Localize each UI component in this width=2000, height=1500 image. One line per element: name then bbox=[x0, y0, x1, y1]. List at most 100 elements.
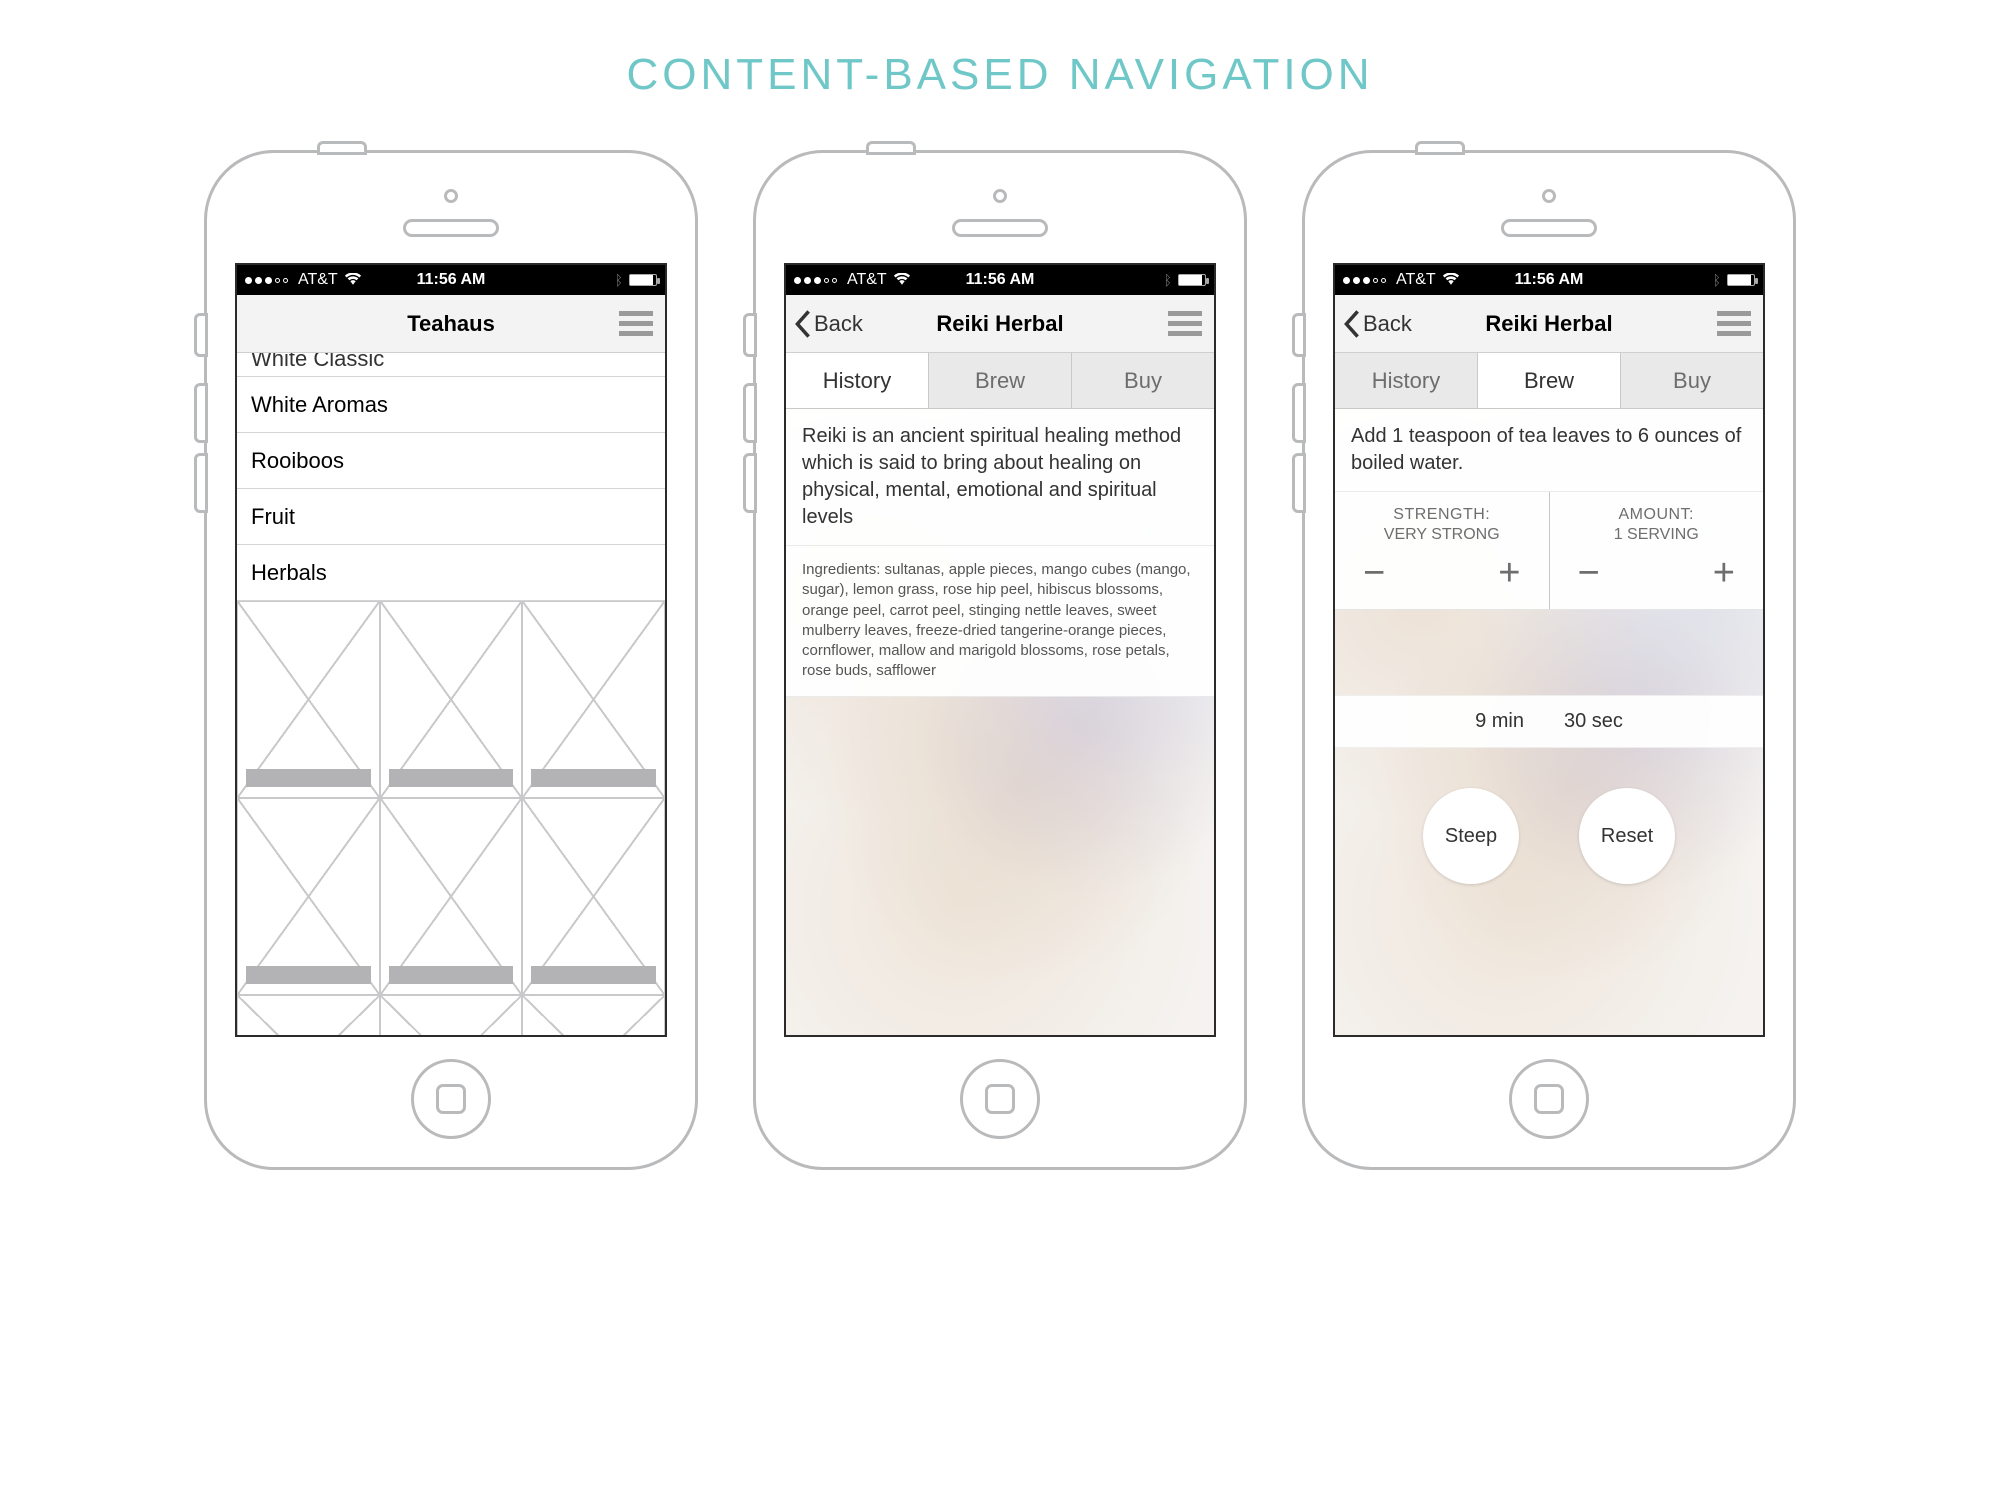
speaker-icon bbox=[1501, 219, 1597, 237]
grid-placeholder[interactable] bbox=[522, 601, 665, 798]
phone-frame-1: AT&T 11:56 AM ᛒ Teahaus White Classic bbox=[204, 150, 698, 1170]
volume-down-button bbox=[194, 453, 208, 513]
action-buttons: Steep Reset bbox=[1335, 788, 1763, 884]
list-item[interactable]: White Classic bbox=[237, 353, 665, 377]
time-minutes: 9 min bbox=[1475, 710, 1524, 733]
category-list[interactable]: White Classic White Aromas Rooiboos Frui… bbox=[237, 353, 665, 601]
list-item-label: White Classic bbox=[251, 353, 384, 372]
ingredients-text: Ingredients: sultanas, apple pieces, man… bbox=[802, 561, 1191, 679]
brew-controls: STRENGTH: VERY STRONG − + AMOUNT: 1 SERV… bbox=[1335, 492, 1763, 610]
amount-plus-button[interactable]: + bbox=[1713, 552, 1735, 595]
home-button[interactable] bbox=[1509, 1059, 1589, 1139]
grid-placeholder[interactable] bbox=[522, 995, 665, 1037]
back-label: Back bbox=[1363, 311, 1412, 337]
strength-value: VERY STRONG bbox=[1345, 526, 1539, 544]
mute-switch bbox=[194, 313, 208, 357]
bluetooth-icon: ᛒ bbox=[1713, 272, 1721, 288]
strength-minus-button[interactable]: − bbox=[1363, 552, 1385, 595]
tab-label: Buy bbox=[1124, 368, 1162, 394]
tab-buy[interactable]: Buy bbox=[1621, 353, 1763, 408]
content-area: White Classic White Aromas Rooiboos Frui… bbox=[237, 353, 665, 1035]
menu-icon[interactable] bbox=[619, 311, 653, 336]
back-button[interactable]: Back bbox=[1343, 310, 1412, 338]
steep-button[interactable]: Steep bbox=[1423, 788, 1519, 884]
nav-header: Back Reiki Herbal bbox=[1335, 295, 1763, 353]
grid-placeholder[interactable] bbox=[380, 601, 523, 798]
screen-1: AT&T 11:56 AM ᛒ Teahaus White Classic bbox=[235, 263, 667, 1037]
screen-2: AT&T 11:56 AM ᛒ Back Reiki Herbal bbox=[784, 263, 1216, 1037]
home-button[interactable] bbox=[960, 1059, 1040, 1139]
tab-label: History bbox=[1372, 368, 1440, 394]
grid-placeholder[interactable] bbox=[380, 798, 523, 995]
tab-label: Brew bbox=[975, 368, 1025, 394]
grid-placeholder[interactable] bbox=[237, 798, 380, 995]
status-bar: AT&T 11:56 AM ᛒ bbox=[237, 265, 665, 295]
battery-icon bbox=[1178, 274, 1206, 286]
mute-switch bbox=[1292, 313, 1306, 357]
camera-icon bbox=[993, 189, 1007, 203]
list-item[interactable]: White Aromas bbox=[237, 377, 665, 433]
mute-switch bbox=[743, 313, 757, 357]
list-item[interactable]: Rooiboos bbox=[237, 433, 665, 489]
grid-placeholder[interactable] bbox=[237, 995, 380, 1037]
home-button[interactable] bbox=[411, 1059, 491, 1139]
status-time: 11:56 AM bbox=[417, 271, 486, 289]
list-item-label: Fruit bbox=[251, 504, 295, 530]
product-grid bbox=[237, 601, 665, 1035]
signal-dots-icon bbox=[1343, 277, 1386, 284]
menu-icon[interactable] bbox=[1168, 311, 1202, 336]
tab-label: Brew bbox=[1524, 368, 1574, 394]
signal-dots-icon bbox=[245, 277, 288, 284]
power-button bbox=[866, 141, 916, 155]
steep-label: Steep bbox=[1445, 825, 1497, 848]
tab-history[interactable]: History bbox=[1335, 353, 1478, 408]
volume-up-button bbox=[194, 383, 208, 443]
screen-3: AT&T 11:56 AM ᛒ Back Reiki Herbal bbox=[1333, 263, 1765, 1037]
tab-history[interactable]: History bbox=[786, 353, 929, 408]
tab-bar: History Brew Buy bbox=[786, 353, 1214, 409]
list-item-label: Herbals bbox=[251, 560, 327, 586]
time-seconds: 30 sec bbox=[1564, 710, 1623, 733]
grid-placeholder[interactable] bbox=[522, 798, 665, 995]
back-button[interactable]: Back bbox=[794, 310, 863, 338]
tea-background: Reiki is an ancient spiritual healing me… bbox=[786, 409, 1214, 1035]
tab-bar: History Brew Buy bbox=[1335, 353, 1763, 409]
strength-plus-button[interactable]: + bbox=[1498, 552, 1520, 595]
bluetooth-icon: ᛒ bbox=[1164, 272, 1172, 288]
volume-down-button bbox=[1292, 453, 1306, 513]
phone-frame-2: AT&T 11:56 AM ᛒ Back Reiki Herbal bbox=[753, 150, 1247, 1170]
phone-frame-3: AT&T 11:56 AM ᛒ Back Reiki Herbal bbox=[1302, 150, 1796, 1170]
nav-header: Teahaus bbox=[237, 295, 665, 353]
list-item[interactable]: Fruit bbox=[237, 489, 665, 545]
ingredients-panel: Ingredients: sultanas, apple pieces, man… bbox=[786, 546, 1214, 697]
reset-button[interactable]: Reset bbox=[1579, 788, 1675, 884]
list-item-label: Rooiboos bbox=[251, 448, 344, 474]
speaker-icon bbox=[403, 219, 499, 237]
status-bar: AT&T 11:56 AM ᛒ bbox=[786, 265, 1214, 295]
steep-time-bar: 9 min 30 sec bbox=[1335, 695, 1763, 748]
strength-control: STRENGTH: VERY STRONG − + bbox=[1335, 492, 1550, 609]
list-item[interactable]: Herbals bbox=[237, 545, 665, 601]
menu-icon[interactable] bbox=[1717, 311, 1751, 336]
camera-icon bbox=[1542, 189, 1556, 203]
tab-buy[interactable]: Buy bbox=[1072, 353, 1214, 408]
description-panel: Reiki is an ancient spiritual healing me… bbox=[786, 409, 1214, 546]
phones-row: AT&T 11:56 AM ᛒ Teahaus White Classic bbox=[0, 150, 2000, 1170]
nav-header: Back Reiki Herbal bbox=[786, 295, 1214, 353]
back-label: Back bbox=[814, 311, 863, 337]
instruction-panel: Add 1 teaspoon of tea leaves to 6 ounces… bbox=[1335, 409, 1763, 492]
grid-placeholder[interactable] bbox=[380, 995, 523, 1037]
camera-icon bbox=[444, 189, 458, 203]
amount-minus-button[interactable]: − bbox=[1578, 552, 1600, 595]
wifi-icon bbox=[344, 273, 362, 287]
screen-title: Reiki Herbal bbox=[1485, 311, 1612, 337]
tab-brew[interactable]: Brew bbox=[1478, 353, 1621, 408]
list-item-label: White Aromas bbox=[251, 392, 388, 418]
amount-control: AMOUNT: 1 SERVING − + bbox=[1550, 492, 1764, 609]
tab-label: Buy bbox=[1673, 368, 1711, 394]
grid-placeholder[interactable] bbox=[237, 601, 380, 798]
volume-up-button bbox=[1292, 383, 1306, 443]
bluetooth-icon: ᛒ bbox=[615, 272, 623, 288]
tab-brew[interactable]: Brew bbox=[929, 353, 1072, 408]
reset-label: Reset bbox=[1601, 825, 1653, 848]
